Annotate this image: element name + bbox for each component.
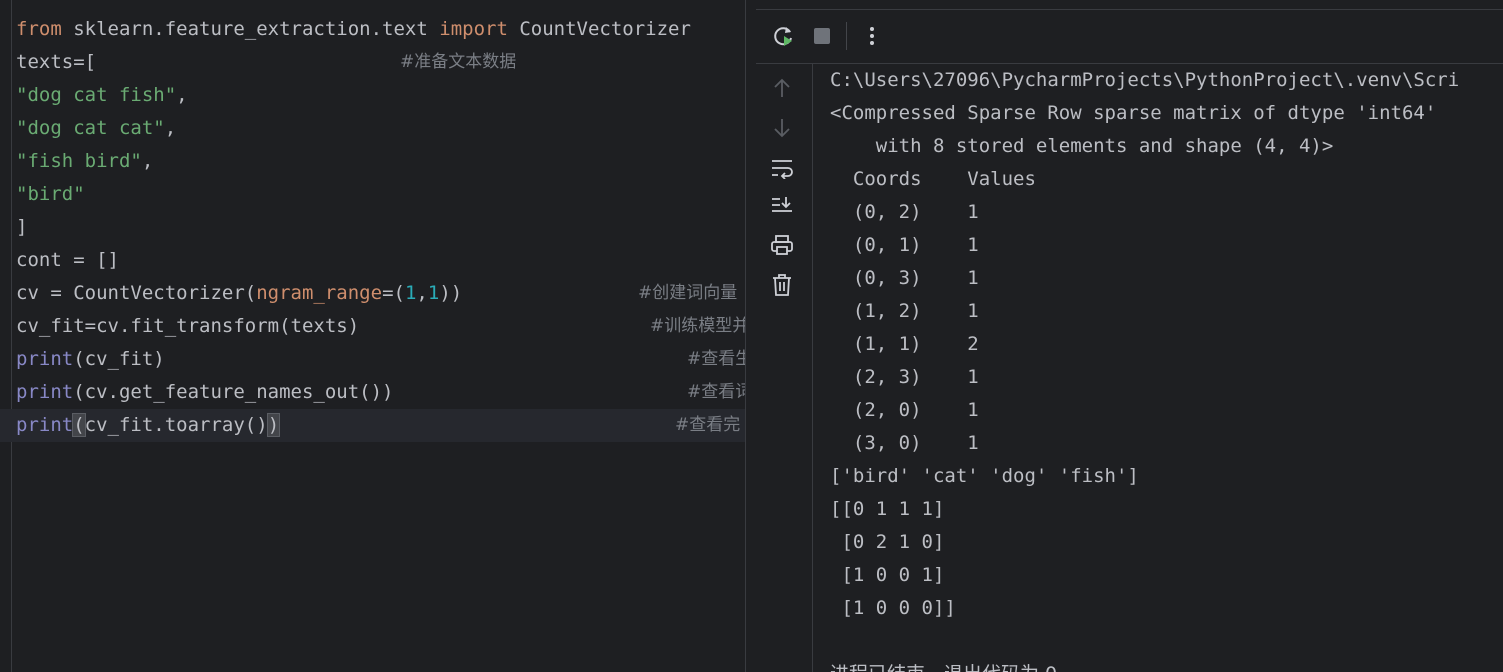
console-line: (3, 0) 1 [830,432,979,454]
code-text: "dog cat fish", [16,79,188,112]
console-line: [1 0 0 1] [830,564,945,586]
console-line: C:\Users\27096\PycharmProjects\PythonPro… [830,69,1460,91]
code-token: "dog cat fish" [16,84,177,106]
console-line: (1, 1) 2 [830,333,979,355]
code-text: cv = CountVectorizer(ngram_range=(1,1)) [16,277,462,310]
code-text: cv_fit=cv.fit_transform(texts) [16,310,359,343]
code-token: "dog cat cat" [16,117,165,139]
console-line: [1 0 0 0]] [830,597,956,619]
code-token: "fish bird" [16,150,142,172]
code-line[interactable]: texts=[ #准备文本数据 [0,46,745,79]
code-line[interactable]: "dog cat cat", [0,112,745,145]
console-side-toolbar [746,64,812,672]
toolbar-separator [846,22,847,50]
console-output[interactable]: C:\Users\27096\PycharmProjects\PythonPro… [830,64,1503,672]
code-token: print [16,414,74,436]
code-line[interactable]: print(cv_fit.toarray()) #查看完 [0,409,745,442]
code-token: )) [439,282,463,304]
code-comment: #创建词向量 [638,283,738,303]
process-exit-message: 进程已结束，退出代码为 0 [830,658,1057,672]
soft-wrap-icon[interactable] [768,154,796,182]
code-token: ) [266,413,281,437]
code-token: (cv.get_feature_names_out()) [73,381,394,403]
trash-icon[interactable] [768,271,796,299]
code-line[interactable]: cv = CountVectorizer(ngram_range=(1,1)) #… [0,277,745,310]
console-line: (1, 2) 1 [830,300,979,322]
code-token: import [439,18,508,40]
code-text: "bird" [16,178,85,211]
header-divider [756,9,1503,10]
code-comment: #查看词 [687,382,745,402]
console-line: ['bird' 'cat' 'dog' 'fish'] [830,465,1139,487]
console-line: (0, 1) 1 [830,234,979,256]
run-tool-window: C:\Users\27096\PycharmProjects\PythonPro… [746,0,1503,672]
console-line: [[0 1 1 1] [830,498,945,520]
code-line[interactable]: ] [0,211,745,244]
stop-icon[interactable] [808,22,836,50]
console-line: (2, 3) 1 [830,366,979,388]
code-comment: #准备文本数据 [400,52,517,72]
code-token: , [176,84,188,106]
console-line: [0 2 1 0] [830,531,945,553]
code-text: print(cv_fit.toarray()) [16,409,281,442]
code-token: , [416,282,428,304]
code-comment: #查看完 [675,415,741,435]
code-token: sklearn.feature_extraction.text [61,18,440,40]
code-token: texts=[ [16,51,97,73]
more-vertical-icon[interactable] [858,22,886,50]
code-token: cont = [] [16,249,119,271]
code-token: (cv_fit) [73,348,165,370]
code-text: cont = [] [16,244,119,277]
code-text: texts=[ [16,46,96,79]
code-comment: #训练模型并 [650,316,745,336]
print-icon[interactable] [768,231,796,259]
code-text: "fish bird", [16,145,153,178]
code-text: ] [16,211,27,244]
code-text: print(cv.get_feature_names_out()) [16,376,394,409]
code-token: cv_fit=cv.fit_transform(texts) [16,315,360,337]
code-text: from sklearn.feature_extraction.text imp… [16,13,691,46]
code-token: , [164,117,177,139]
code-token: print [16,381,74,403]
console-line: <Compressed Sparse Row sparse matrix of … [830,102,1437,124]
code-line[interactable]: "dog cat fish", [0,79,745,112]
scroll-to-end-icon[interactable] [768,192,796,220]
rerun-icon[interactable] [770,22,798,50]
code-line[interactable]: from sklearn.feature_extraction.text imp… [0,13,745,46]
code-line[interactable]: cont = [] [0,244,745,277]
code-line[interactable]: cv_fit=cv.fit_transform(texts) #训练模型并 [0,310,745,343]
code-token: ] [16,216,28,238]
code-token: =( [382,282,405,304]
code-token: ngram_range [256,282,383,304]
code-line[interactable]: print(cv_fit) #查看生 [0,343,745,376]
code-editor[interactable]: from sklearn.feature_extraction.text imp… [0,0,745,672]
code-token: CountVectorizer [507,18,691,40]
console-gutter-divider [812,64,813,672]
code-token: cv = CountVectorizer( [16,282,257,304]
code-token: print [16,348,74,370]
code-token: ( [72,413,86,437]
code-token: 1 [427,282,440,304]
code-line[interactable]: "fish bird", [0,145,745,178]
code-comment: #查看生 [687,349,745,369]
code-token: cv_fit.toarray() [84,414,268,436]
arrow-down-icon[interactable] [768,114,796,142]
code-token: 1 [404,282,417,304]
console-line: with 8 stored elements and shape (4, 4)> [830,135,1334,157]
arrow-up-icon[interactable] [768,74,796,102]
code-line[interactable]: "bird" [0,178,745,211]
code-token: "bird" [16,183,85,205]
code-token: , [141,150,154,172]
console-line: Coords Values [830,168,1036,190]
console-line: (0, 3) 1 [830,267,979,289]
code-line[interactable]: print(cv.get_feature_names_out()) #查看词 [0,376,745,409]
code-token: from [16,18,62,40]
code-text: print(cv_fit) [16,343,165,376]
run-toolbar [746,18,1503,54]
console-line: (0, 2) 1 [830,201,979,223]
console-line: (2, 0) 1 [830,399,979,421]
code-text: "dog cat cat", [16,112,176,145]
